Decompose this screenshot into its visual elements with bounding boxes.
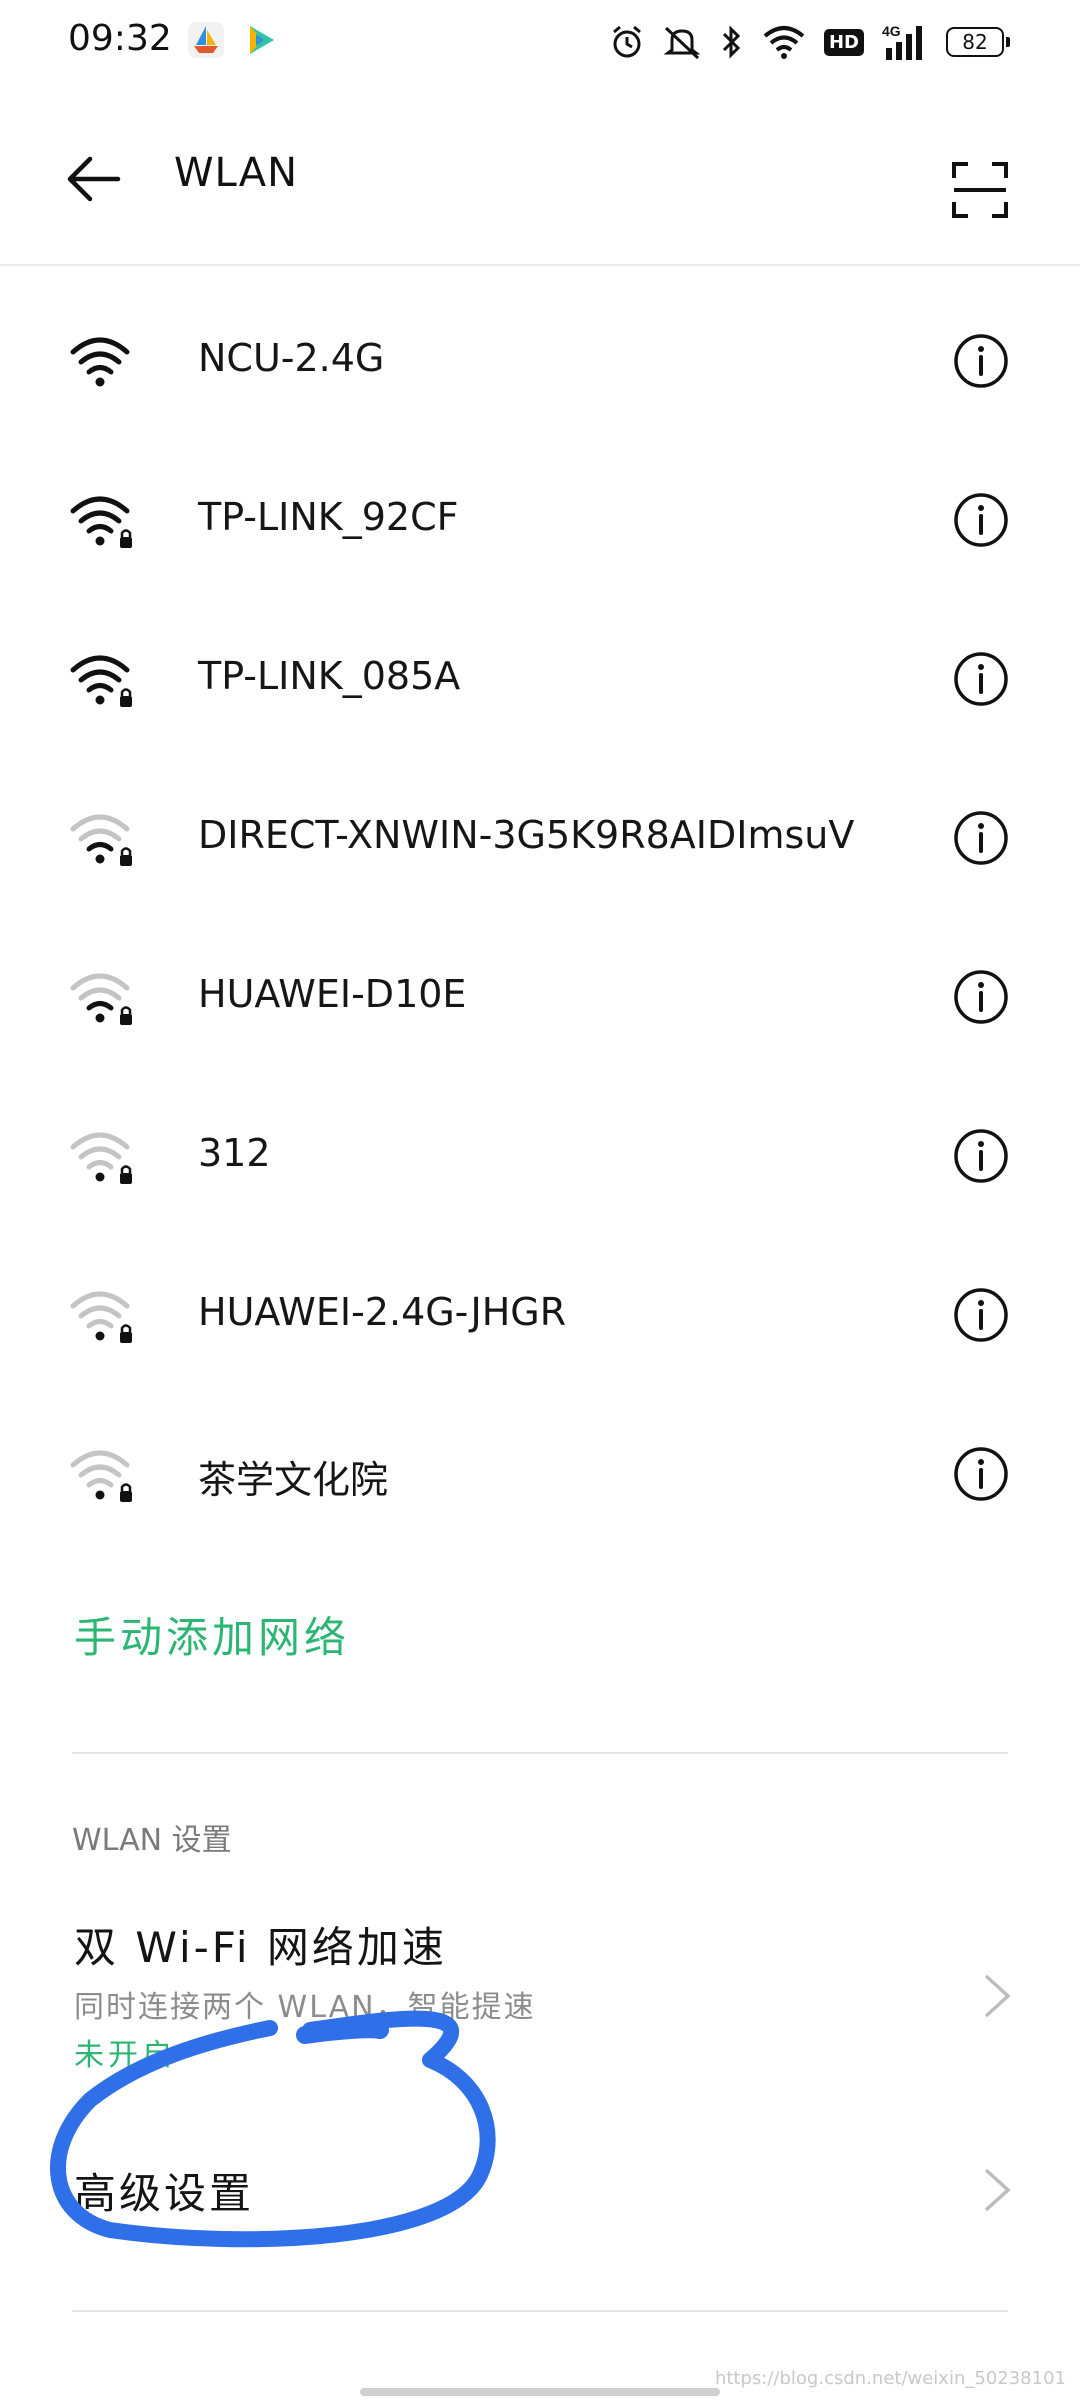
status-indicators: HD 4G 82 — [610, 20, 1010, 64]
network-type-label: 4G — [882, 23, 901, 39]
watermark-text: https://blog.csdn.net/weixin_50238101 — [714, 2368, 1066, 2389]
wifi-signal-icon — [70, 814, 132, 866]
wifi-network-list: NCU-2.4G TP-LINK_92CF TP-LINK_085A DIREC… — [0, 282, 1080, 1554]
wifi-network-row[interactable]: TP-LINK_92CF — [0, 441, 1080, 600]
wifi-signal-icon — [70, 973, 132, 1025]
wifi-network-name: DIRECT-XNWIN-3G5K9R8AIDImsuV — [198, 813, 855, 857]
alarm-icon — [613, 25, 641, 58]
divider — [72, 1752, 1008, 1754]
battery-icon: 82 — [946, 27, 1010, 57]
info-icon[interactable] — [952, 332, 1010, 390]
info-icon[interactable] — [952, 968, 1010, 1026]
chevron-right-icon — [984, 1974, 1011, 2018]
wifi-network-name: NCU-2.4G — [198, 336, 385, 380]
wlan-settings-section-title: WLAN 设置 — [72, 1823, 232, 1858]
add-network-button[interactable]: 手动添加网络 — [74, 1604, 350, 1665]
wifi-network-row[interactable]: 茶学文化院 — [0, 1395, 1080, 1554]
advanced-settings-title: 高级设置 — [74, 2169, 255, 2218]
wifi-network-name: TP-LINK_085A — [198, 654, 461, 698]
hd-icon: HD — [823, 28, 864, 56]
info-icon[interactable] — [952, 650, 1010, 708]
advanced-settings-row[interactable]: 高级设置 — [0, 2120, 1080, 2260]
wifi-status-icon — [763, 26, 805, 59]
dual-wifi-description: 同时连接两个 WLAN，智能提速 — [74, 1990, 536, 2025]
wifi-signal-icon — [70, 496, 132, 548]
page-title: WLAN — [174, 150, 299, 196]
info-icon[interactable] — [952, 491, 1010, 549]
wifi-signal-icon — [70, 1291, 132, 1343]
wifi-network-row[interactable]: 312 — [0, 1077, 1080, 1236]
info-icon[interactable] — [952, 1127, 1010, 1185]
wifi-network-row[interactable]: HUAWEI-D10E — [0, 918, 1080, 1077]
divider — [72, 2310, 1008, 2312]
boat-app-icon — [188, 22, 224, 58]
status-bar: 09:32 HD 4G 82 — [0, 0, 1080, 84]
wifi-network-name: 312 — [198, 1131, 271, 1175]
wifi-network-name: TP-LINK_92CF — [198, 495, 459, 539]
wifi-network-name: 茶学文化院 — [198, 1458, 389, 1502]
wifi-signal-icon — [70, 1450, 132, 1502]
wifi-network-row[interactable]: DIRECT-XNWIN-3G5K9R8AIDImsuV — [0, 759, 1080, 918]
dual-wifi-setting-row[interactable]: 双 Wi-Fi 网络加速 同时连接两个 WLAN，智能提速 未开启 — [0, 1900, 1080, 2090]
battery-level: 82 — [946, 27, 1004, 57]
video-play-app-icon — [250, 26, 274, 54]
arrow-left-icon[interactable] — [60, 144, 130, 214]
wifi-network-row[interactable]: TP-LINK_085A — [0, 600, 1080, 759]
app-header: WLAN — [0, 84, 1080, 266]
info-icon[interactable] — [952, 1286, 1010, 1344]
home-indicator[interactable] — [360, 2388, 720, 2396]
wifi-signal-icon — [70, 655, 132, 707]
dual-wifi-state: 未开启 — [74, 2038, 176, 2073]
wifi-signal-icon — [70, 337, 130, 387]
wifi-network-row[interactable]: NCU-2.4G — [0, 282, 1080, 441]
info-icon[interactable] — [952, 809, 1010, 867]
wifi-network-name: HUAWEI-D10E — [198, 972, 467, 1016]
bluetooth-icon — [722, 25, 741, 59]
status-time: 09:32 — [68, 18, 172, 59]
dual-wifi-title: 双 Wi-Fi 网络加速 — [74, 1923, 447, 1972]
wifi-network-name: HUAWEI-2.4G-JHGR — [198, 1290, 567, 1334]
mute-icon — [663, 26, 701, 60]
info-icon[interactable] — [952, 1445, 1010, 1503]
qr-scan-icon[interactable] — [950, 160, 1010, 220]
signal-4g-icon: 4G — [882, 23, 922, 60]
wifi-signal-icon — [70, 1132, 132, 1184]
chevron-right-icon — [984, 2168, 1011, 2212]
wifi-network-row[interactable]: HUAWEI-2.4G-JHGR — [0, 1236, 1080, 1395]
